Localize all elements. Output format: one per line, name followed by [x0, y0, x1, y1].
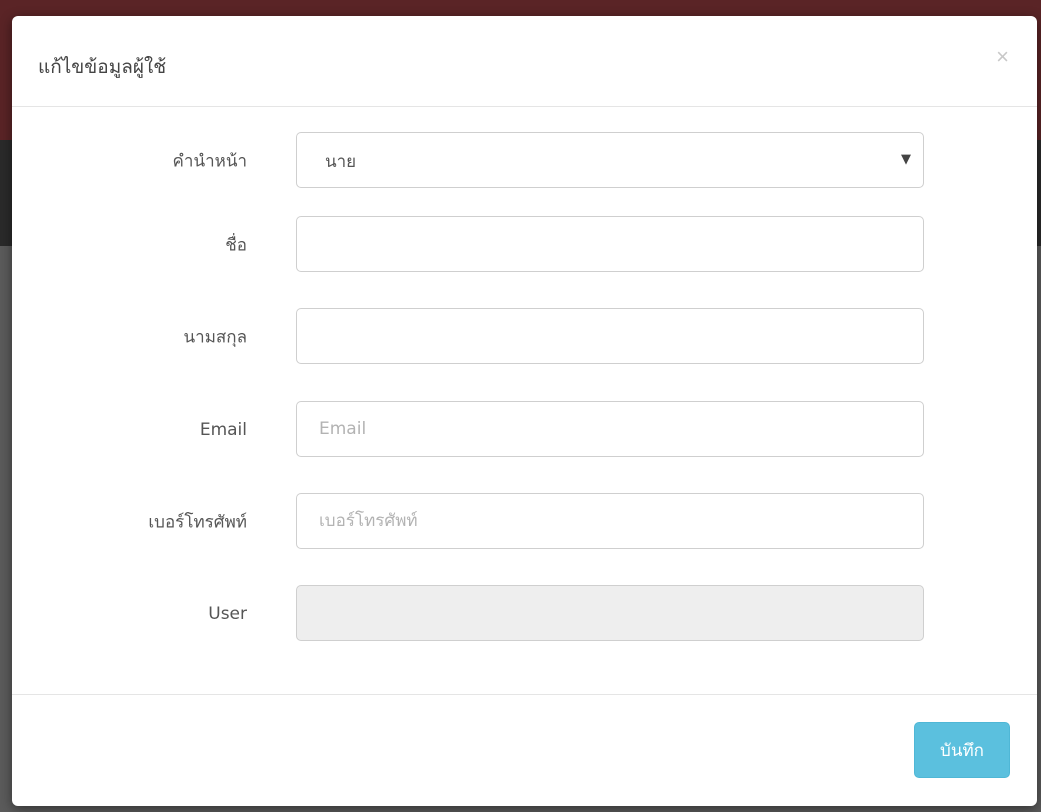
- phone-label: เบอร์โทรศัพท์: [148, 512, 247, 533]
- save-button[interactable]: บันทึก: [914, 722, 1010, 778]
- form-row-last-name: นามสกุล: [12, 308, 1037, 366]
- form-row-email: Email: [12, 401, 1037, 459]
- edit-user-modal: แก้ไขข้อมูลผู้ใช้ × คำนำหน้า นาย ▼ ชื่อ …: [12, 16, 1037, 806]
- form-row-title-prefix: คำนำหน้า นาย ▼: [12, 132, 1037, 190]
- caret-down-icon: ▼: [901, 151, 911, 167]
- first-name-input[interactable]: [296, 216, 924, 272]
- modal-header: แก้ไขข้อมูลผู้ใช้ ×: [12, 16, 1037, 107]
- close-button[interactable]: ×: [996, 46, 1009, 68]
- form-row-phone: เบอร์โทรศัพท์: [12, 493, 1037, 551]
- first-name-label: ชื่อ: [225, 235, 247, 256]
- form-row-user: User: [12, 585, 1037, 643]
- title-prefix-label: คำนำหน้า: [172, 151, 247, 172]
- phone-input[interactable]: [296, 493, 924, 549]
- last-name-input[interactable]: [296, 308, 924, 364]
- user-label: User: [208, 604, 247, 624]
- modal-footer: บันทึก: [12, 694, 1037, 806]
- last-name-label: นามสกุล: [183, 327, 247, 348]
- close-icon: ×: [996, 44, 1009, 69]
- email-input[interactable]: [296, 401, 924, 457]
- modal-title: แก้ไขข้อมูลผู้ใช้: [38, 56, 167, 78]
- form-row-first-name: ชื่อ: [12, 216, 1037, 274]
- title-prefix-selected-value: นาย: [325, 151, 357, 172]
- title-prefix-select[interactable]: นาย ▼: [296, 132, 924, 188]
- user-input: [296, 585, 924, 641]
- email-label: Email: [199, 420, 247, 440]
